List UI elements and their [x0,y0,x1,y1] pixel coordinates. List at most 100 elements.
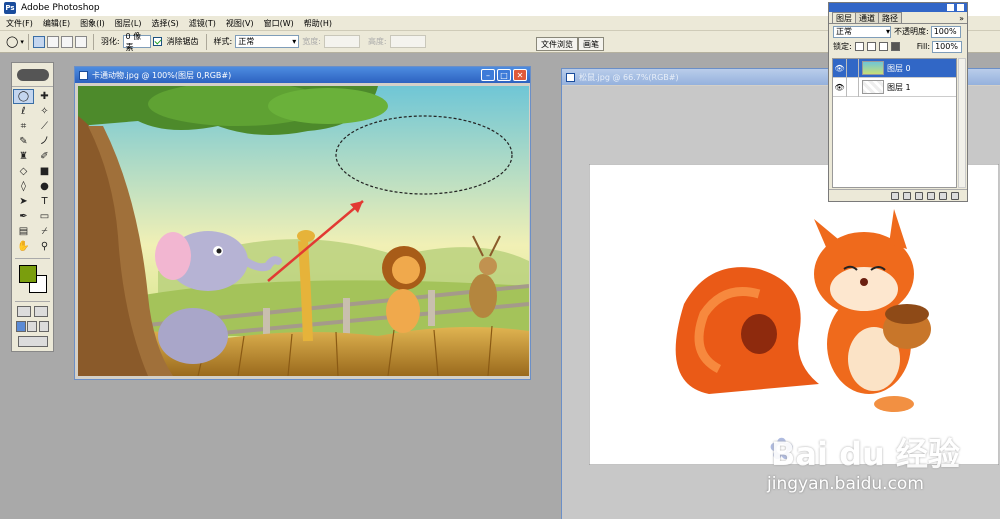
style-select[interactable]: 正常 ▾ [235,35,300,48]
menu-layer[interactable]: 图层(L) [115,18,142,29]
move-tool-icon[interactable]: ✚ [35,90,54,103]
rectangle-tool-icon[interactable]: ▭ [35,210,54,223]
menu-image[interactable]: 图象(I) [80,18,105,29]
standard-mode-button[interactable] [16,306,31,317]
chevron-down-icon: ▾ [292,37,297,46]
lock-pixels-icon[interactable] [866,42,876,51]
chevron-down-icon[interactable]: ▾ [20,38,24,46]
layers-scrollbar[interactable] [958,58,966,188]
lasso-tool-icon[interactable]: ℓ [14,105,33,118]
blend-mode-select[interactable]: 正常 ▾ [833,25,891,38]
palette-minimize-button[interactable] [947,4,954,11]
brush-link-icon[interactable] [847,77,859,97]
adjustment-layer-icon[interactable] [927,191,935,200]
squirrel-canvas[interactable]: ✿ [589,164,999,465]
zoom-tool-icon[interactable]: ⚲ [35,240,54,253]
lock-transparency-icon[interactable] [854,42,864,51]
close-button[interactable]: ✕ [513,69,527,81]
minimize-button[interactable]: – [481,69,495,81]
screen-mode-full-menu-button[interactable] [27,321,38,332]
maximize-button[interactable]: □ [497,69,511,81]
foreground-color-swatch[interactable] [19,265,37,283]
style-value: 正常 [238,37,255,46]
new-set-icon[interactable] [915,191,923,200]
menu-view[interactable]: 视图(V) [226,18,254,29]
eye-icon[interactable]: 👁 [833,58,847,78]
color-swatches [15,261,50,299]
screen-mode-full-button[interactable] [39,321,50,332]
gradient-tool-icon[interactable]: ■ [35,165,54,178]
add-selection-button[interactable] [46,35,59,48]
menu-edit[interactable]: 编辑(E) [43,18,70,29]
eyedropper-tool-icon[interactable]: ⌿ [35,225,54,238]
palette-menu-icon[interactable]: » [959,14,964,23]
menu-filter[interactable]: 滤镜(T) [189,18,216,29]
intersect-selection-button[interactable] [74,35,87,48]
height-input[interactable] [389,35,426,48]
tab-file-browser[interactable]: 文件浏览 [536,37,578,51]
document-window-cartoon: 卡通动物.jpg @ 100%(图层 0,RGB#) – □ ✕ [74,66,531,380]
pen-tool-icon[interactable]: ✒ [14,210,33,223]
layer-name: 图层 1 [887,82,911,92]
brush-tool-icon[interactable]: ノ [35,135,54,148]
layer-style-icon[interactable] [891,191,899,200]
opacity-input[interactable]: 100% [930,25,961,38]
brush-link-icon[interactable] [847,58,859,78]
healing-brush-icon[interactable]: ✎ [14,135,33,148]
tab-layers[interactable]: 图层 [832,12,856,23]
watermark-url: jingyan.baidu.com [767,474,924,494]
blend-mode-value: 正常 [836,27,852,36]
opacity-label: 不透明度: [894,27,929,36]
toolbox-header [12,63,53,87]
new-selection-button[interactable] [32,35,45,48]
ellipse-marquee-icon[interactable]: ◯ [6,35,18,48]
layer-row[interactable]: 👁 图层 1 [833,77,956,97]
lock-position-icon[interactable] [878,42,888,51]
magic-wand-tool-icon[interactable]: ✧ [35,105,54,118]
quick-mask-button[interactable] [34,306,49,317]
screen-mode-standard-button[interactable] [15,321,26,332]
layer-mask-icon[interactable] [903,191,911,200]
fill-label: Fill: [916,42,931,51]
eye-icon[interactable]: 👁 [833,77,847,97]
layers-palette: 图层 通道 路径 » 正常 ▾ 不透明度: 100% 锁定: Fill: 100… [828,2,968,202]
eraser-tool-icon[interactable]: ◇ [14,165,33,178]
notes-tool-icon[interactable]: ▤ [14,225,33,238]
feather-input[interactable]: 0 像素 [122,32,151,52]
layer-row[interactable]: 👁 图层 0 [833,58,956,78]
ellipse-marquee-tool-icon[interactable]: ◯ [13,89,34,104]
width-input[interactable] [323,35,360,48]
menu-select[interactable]: 选择(S) [151,18,178,29]
hand-tool-icon[interactable]: ✋ [14,240,33,253]
menu-window[interactable]: 窗口(W) [264,18,294,29]
tab-brushes[interactable]: 画笔 [578,37,604,51]
subtract-selection-button[interactable] [60,35,73,48]
jump-to-imageready-button[interactable] [17,336,48,347]
blur-tool-icon[interactable]: ◊ [14,180,33,193]
cartoon-canvas[interactable] [78,86,529,376]
path-select-tool-icon[interactable]: ➤ [14,195,33,208]
dodge-tool-icon[interactable]: ● [35,180,54,193]
tab-paths[interactable]: 路径 [878,12,902,23]
type-tool-icon[interactable]: T [35,195,54,208]
tab-channels[interactable]: 通道 [855,12,879,23]
palette-tabs: 图层 通道 路径 » [829,12,967,24]
document-icon [79,70,88,80]
toolbox: ◯ ✚ ℓ ✧ ⌗ ⟋ ✎ ノ ♜ ✐ ◇ ■ ◊ ● ➤ T ✒ ▭ ▤ ⌿ … [11,62,54,352]
history-brush-icon[interactable]: ✐ [35,150,54,163]
crop-tool-icon[interactable]: ⌗ [14,120,33,133]
slice-tool-icon[interactable]: ⟋ [35,120,54,133]
layer-thumbnail [862,61,884,75]
antialias-checkbox[interactable] [152,37,162,46]
new-layer-icon[interactable] [939,191,947,200]
menu-help[interactable]: 帮助(H) [304,18,332,29]
watermark-brand: Bai du 经验 [771,435,960,473]
divider [15,301,50,302]
fill-input[interactable]: 100% [932,40,963,53]
menu-file[interactable]: 文件(F) [6,18,33,29]
clone-stamp-icon[interactable]: ♜ [14,150,33,163]
palette-close-button[interactable] [957,4,964,11]
lock-all-icon[interactable] [890,42,900,51]
trash-icon[interactable] [951,191,959,200]
document-title: 卡通动物.jpg @ 100%(图层 0,RGB#) [92,70,232,80]
